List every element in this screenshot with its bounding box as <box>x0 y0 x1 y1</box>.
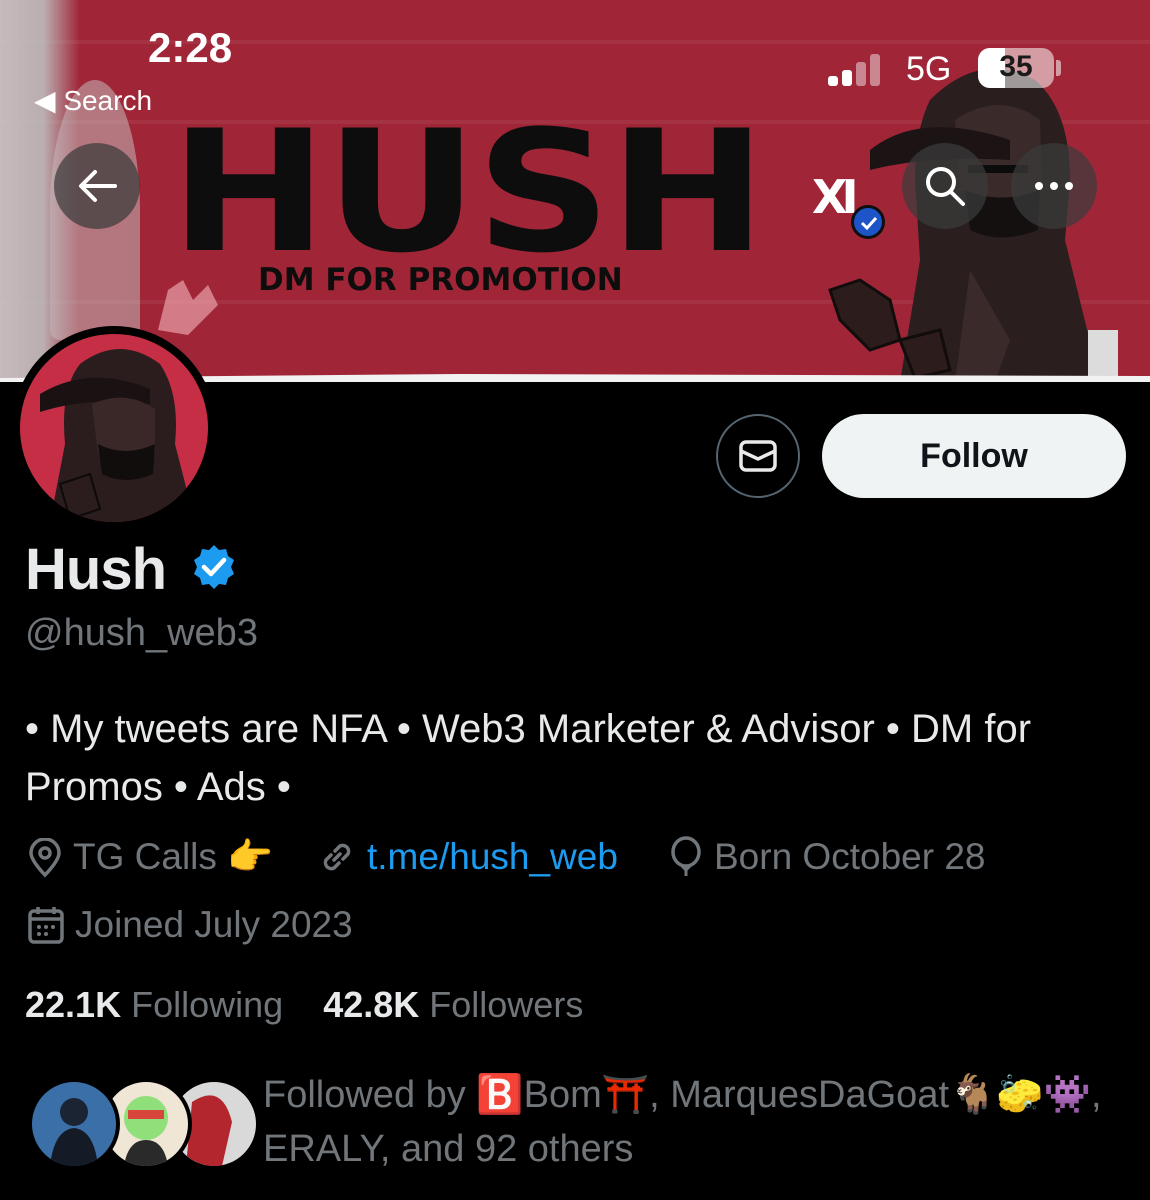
followed-by-text[interactable]: Followed by 🅱️Bom⛩️, MarquesDaGoat🐐🧽👾, E… <box>263 1068 1123 1176</box>
back-button[interactable] <box>54 143 140 229</box>
status-time: 2:28 <box>148 24 233 71</box>
followers-label: Followers <box>429 984 584 1025</box>
network-type: 5G <box>906 50 952 88</box>
followers-link[interactable]: 42.8K Followers <box>323 984 583 1025</box>
banner-left-hands <box>158 280 218 335</box>
banner-logo: XI <box>812 170 859 224</box>
battery-icon: 35 <box>978 48 1054 88</box>
location-pin-icon <box>29 837 61 877</box>
banner-title: HUSH <box>170 94 767 290</box>
profile-birthday: Born October 28 <box>668 836 985 878</box>
battery-level: 35 <box>999 50 1033 83</box>
calendar-icon <box>28 907 64 944</box>
banner-verified-icon <box>851 205 885 239</box>
verified-badge-icon <box>194 545 234 589</box>
avatar-figure <box>40 349 195 522</box>
battery-cap <box>1056 60 1061 76</box>
profile-banner[interactable]: HUSH DM FOR PROMOTION XI 2:28 ◀ Search 5… <box>0 0 1150 382</box>
profile-name: Hush <box>25 537 167 602</box>
profile-handle: @hush_web3 <box>25 612 258 654</box>
following-count: 22.1K <box>25 984 122 1025</box>
search-icon <box>926 167 965 206</box>
envelope-icon <box>739 440 777 472</box>
following-link[interactable]: 22.1K Following <box>25 984 283 1025</box>
joined-text: Joined July 2023 <box>75 904 353 945</box>
follower-avatar <box>28 1078 120 1170</box>
back-to-search-link[interactable]: ◀ Search <box>34 84 152 117</box>
search-button[interactable] <box>902 143 988 229</box>
profile-joined: Joined July 2023 <box>27 904 353 946</box>
profile-avatar[interactable] <box>12 326 216 530</box>
profile-location: TG Calls 👉 <box>27 836 273 879</box>
signal-strength-icon <box>828 54 886 86</box>
banner-subtitle: DM FOR PROMOTION <box>258 262 623 298</box>
more-dots-icon <box>1035 182 1073 190</box>
profile-link[interactable]: t.me/hush_web <box>317 836 618 878</box>
follow-button[interactable]: Follow <box>822 414 1126 498</box>
more-options-button[interactable] <box>1011 143 1097 229</box>
balloon-icon <box>671 836 701 876</box>
birthday-text: Born October 28 <box>714 836 986 877</box>
followed-by-avatars[interactable] <box>28 1078 260 1170</box>
banner-hands <box>828 278 952 380</box>
arrow-left-icon <box>79 170 117 202</box>
link-icon <box>323 843 351 871</box>
follow-stats: 22.1K Following 42.8K Followers <box>25 984 583 1026</box>
profile-link-text[interactable]: t.me/hush_web <box>367 836 618 878</box>
profile-bio: • My tweets are NFA • Web3 Marketer & Ad… <box>25 707 1032 809</box>
location-text: TG Calls 👉 <box>73 836 274 877</box>
following-label: Following <box>131 984 284 1025</box>
followers-count: 42.8K <box>323 984 420 1025</box>
message-button[interactable] <box>716 414 800 498</box>
